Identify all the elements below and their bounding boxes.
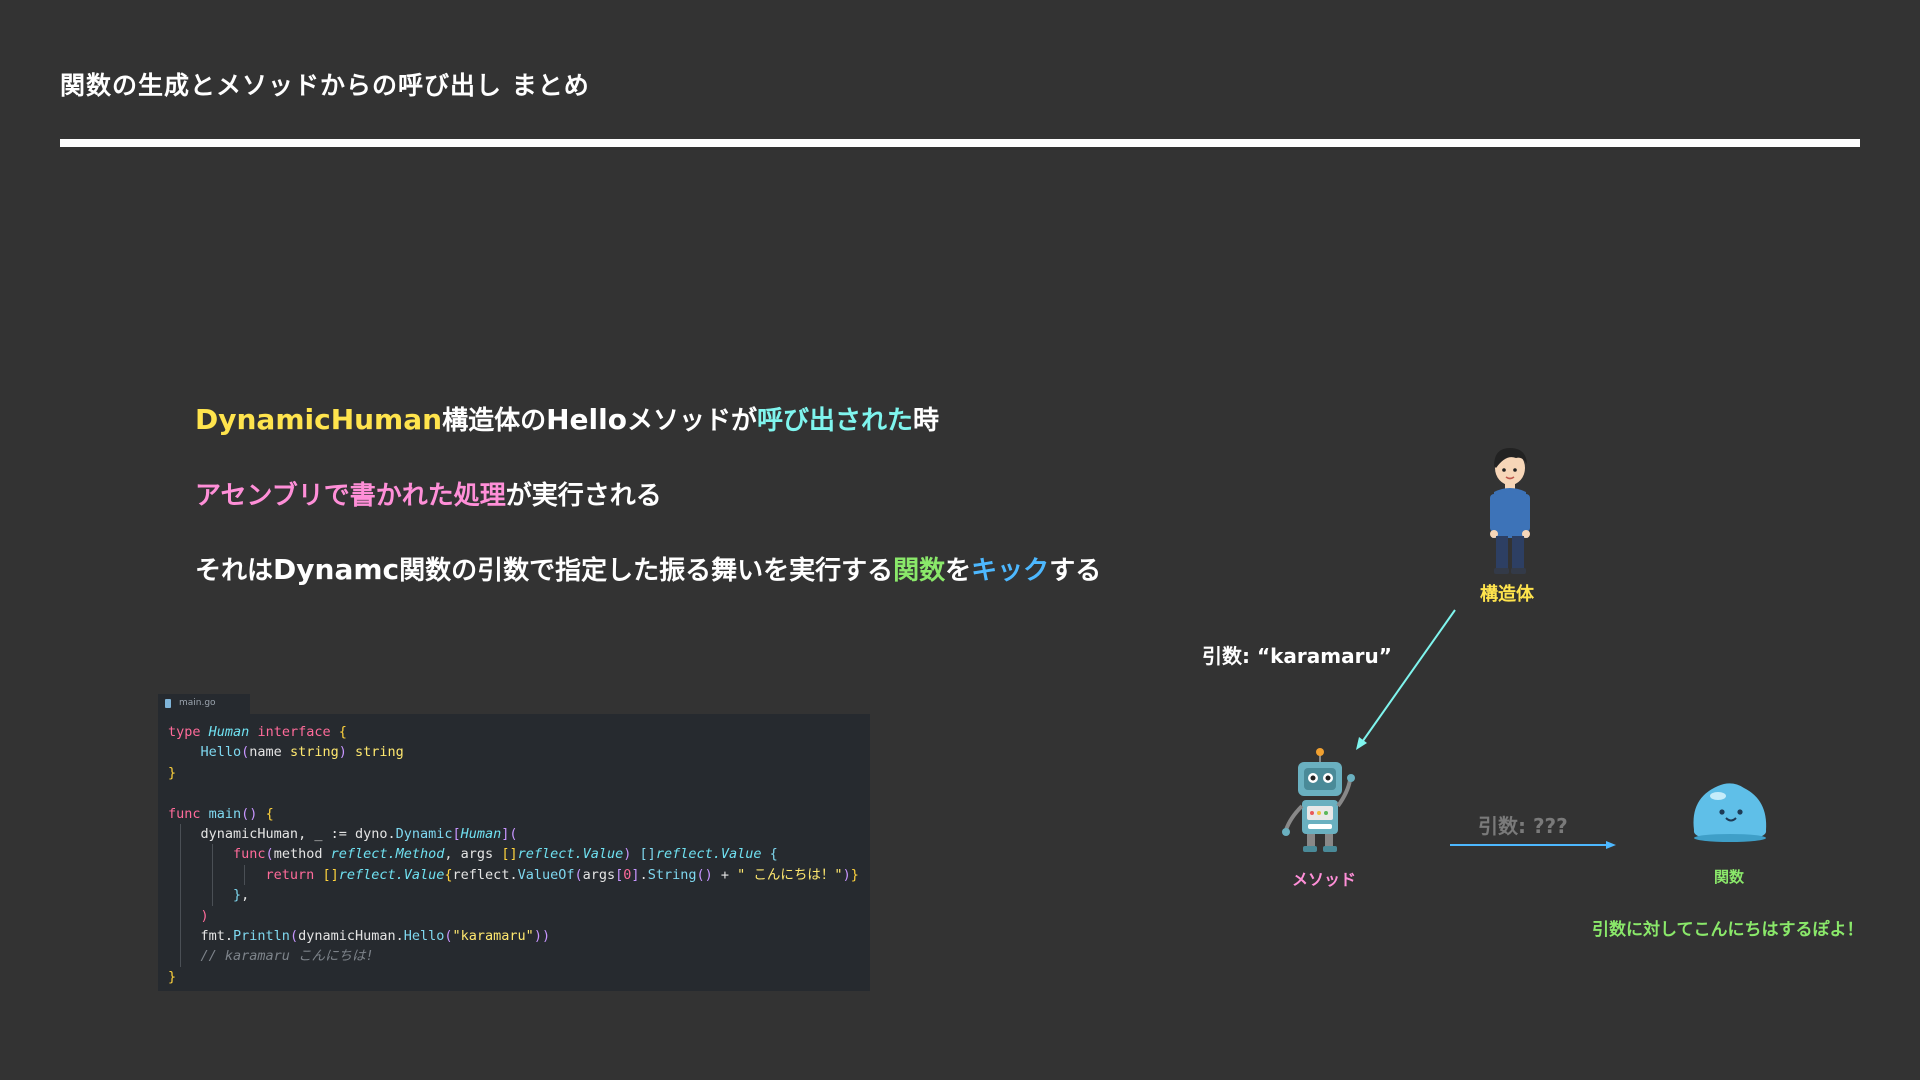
sorewa-text: それは [195, 556, 274, 586]
code-block: type Human interface { Hello(name string… [158, 714, 870, 991]
code-file-tab[interactable]: main.go [158, 694, 250, 714]
robot-icon [1282, 748, 1355, 852]
behavior-text: 関数の引数で指定した振る舞いを実行する [399, 556, 894, 586]
file-icon [165, 699, 171, 708]
argument-label: 引数: “karamaru” [1202, 644, 1392, 668]
code-line: func main() { [168, 805, 274, 822]
code-line: func(method reflect.Method, args []refle… [168, 844, 870, 865]
dynamic-human-text: DynamicHuman [195, 403, 443, 436]
summary-line-3: それはDynamc関数の引数で指定した振る舞いを実行する関数をキックする [195, 550, 1101, 587]
code-line: }, [168, 885, 870, 906]
called-text: 呼び出された [756, 406, 913, 436]
method-text: メソッドが [626, 406, 757, 436]
slime-icon [1693, 783, 1767, 842]
kick-text: キック [971, 556, 1050, 586]
person-icon [1490, 448, 1530, 574]
summary-line-2: アセンブリで書かれた処理が実行される [195, 475, 662, 512]
suru-text: する [1049, 556, 1102, 586]
code-line: type Human interface { [168, 724, 347, 740]
code-line: Hello(name string) string [200, 744, 404, 761]
code-line: fmt.Println(dynamicHuman.Hello("karamaru… [168, 925, 870, 947]
page-title: 関数の生成とメソッドからの呼び出し まとめ [60, 71, 590, 100]
dynamc-text: Dynamc [273, 553, 400, 586]
arrow-struct-to-method [1356, 609, 1456, 750]
code-line: } [168, 764, 177, 781]
executed-text: が実行される [505, 481, 662, 511]
struct-label: 構造体 [1480, 584, 1534, 605]
function-note: 引数に対してこんにちはするぽよ！ [1592, 920, 1864, 940]
code-line: dynamicHuman, _ := dyno.Dynamic[Human]( [168, 823, 870, 845]
wo-text: を [945, 556, 972, 586]
struct-text: 構造体の [442, 406, 547, 436]
summary-line-1: DynamicHuman構造体のHelloメソッドが呼び出された時 [195, 400, 939, 437]
when-text: 時 [912, 406, 939, 436]
code-line: ) [168, 905, 870, 926]
code-line: // karamaru こんにちは! [168, 946, 870, 967]
function-label: 関数 [1714, 868, 1745, 886]
method-label: メソッド [1292, 870, 1357, 889]
code-filename: main.go [179, 698, 216, 708]
assembly-text: アセンブリで書かれた処理 [195, 481, 506, 511]
unknown-argument-label: 引数: ??? [1478, 814, 1568, 838]
hello-text: Hello [546, 403, 627, 436]
code-line: } [168, 968, 177, 985]
code-line: return []reflect.Value{reflect.ValueOf(a… [168, 864, 870, 886]
arrow-method-to-function [1450, 841, 1616, 849]
func-text: 関数 [893, 556, 946, 586]
title-divider [60, 139, 1860, 147]
